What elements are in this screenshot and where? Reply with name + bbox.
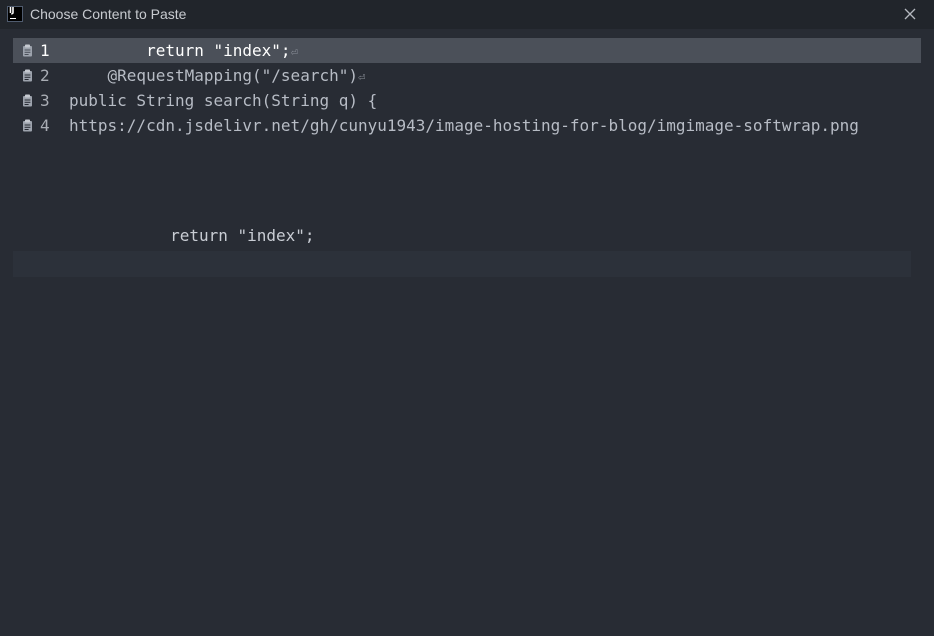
list-item[interactable]: 2 @RequestMapping("/search")⏎ bbox=[13, 63, 921, 88]
intellij-idea-icon: IJ bbox=[7, 6, 23, 22]
dialog-title: Choose Content to Paste bbox=[30, 6, 187, 22]
item-number: 1 bbox=[40, 41, 50, 60]
clipboard-icon bbox=[23, 44, 32, 57]
item-number: 2 bbox=[40, 66, 50, 85]
item-text: public String search(String q) { bbox=[69, 91, 378, 110]
item-text: return "index";⏎ bbox=[69, 41, 298, 60]
list-item[interactable]: 4 https://cdn.jsdelivr.net/gh/cunyu1943/… bbox=[13, 113, 921, 138]
close-button[interactable] bbox=[896, 0, 924, 29]
item-text: @RequestMapping("/search")⏎ bbox=[69, 66, 366, 85]
line-break-icon: ⏎ bbox=[290, 45, 298, 59]
caret-line-highlight bbox=[13, 251, 911, 277]
clipboard-icon bbox=[23, 69, 32, 82]
clipboard-list[interactable]: 1 return "index";⏎ 2 @RequestMapping("/s… bbox=[13, 38, 921, 138]
clipboard-icon bbox=[23, 119, 32, 132]
preview-editor[interactable]: return "index"; bbox=[13, 140, 911, 280]
choose-content-dialog: IJ Choose Content to Paste 1 return "ind… bbox=[0, 0, 934, 636]
preview-code-line: return "index"; bbox=[93, 226, 315, 245]
clipboard-icon bbox=[23, 94, 32, 107]
item-number: 3 bbox=[40, 91, 50, 110]
item-number: 4 bbox=[40, 116, 50, 135]
list-item[interactable]: 1 return "index";⏎ bbox=[13, 38, 921, 63]
line-break-icon: ⏎ bbox=[357, 70, 366, 84]
list-item[interactable]: 3 public String search(String q) { bbox=[13, 88, 921, 113]
close-icon bbox=[904, 8, 916, 20]
item-text: https://cdn.jsdelivr.net/gh/cunyu1943/im… bbox=[69, 116, 859, 135]
titlebar: IJ Choose Content to Paste bbox=[0, 0, 934, 29]
